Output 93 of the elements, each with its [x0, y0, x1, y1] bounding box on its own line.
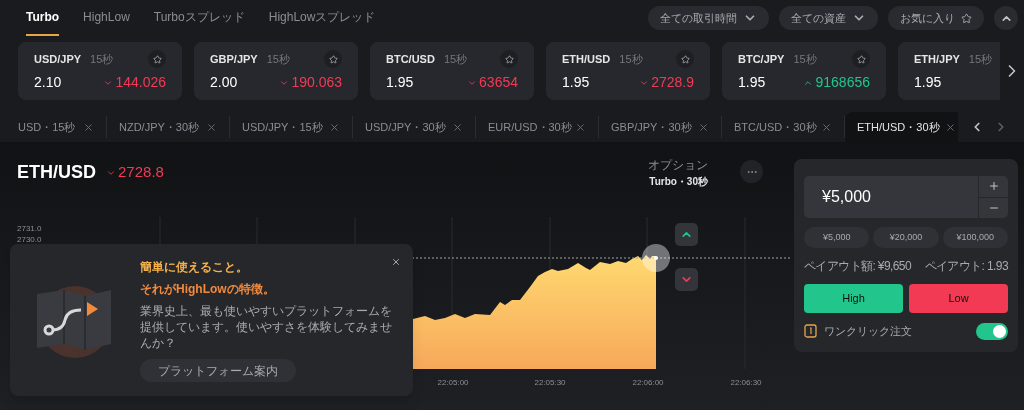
close-icon[interactable] [575, 121, 586, 133]
favorites-button[interactable]: お気に入り [888, 6, 984, 30]
promo-title: 簡単に使えること。 [140, 259, 248, 276]
asset-name: ETH/JPY [914, 51, 960, 67]
promo-description: 業界史上、最も使いやすいプラットフォームを提供しています。使いやすさを体験してみませんか？ [140, 303, 393, 351]
asset-duration: 15秒 [266, 51, 290, 67]
close-icon[interactable] [945, 121, 956, 133]
favorite-star-button[interactable] [500, 50, 518, 68]
one-click-icon [804, 324, 817, 339]
y-axis-label: 2730.0 [17, 236, 42, 244]
chart-tab[interactable]: NZD/JPY・30秒 [107, 116, 230, 138]
promo-title: それがHighLowの特徴。 [140, 281, 275, 298]
amount-preset-button[interactable]: ¥5,000 [804, 227, 870, 248]
option-value: Turbo・30秒 [649, 175, 708, 189]
asset-card[interactable]: ETH/JPY 15秒 1.95 [898, 42, 1000, 100]
platform-guide-button[interactable]: プラットフォーム案内 [140, 359, 296, 382]
close-icon[interactable] [329, 121, 340, 133]
x-axis-label: 22:06:30 [730, 377, 762, 389]
asset-name: GBP/JPY [210, 51, 258, 67]
low-button[interactable]: Low [909, 284, 1008, 313]
star-icon [152, 54, 162, 64]
star-icon [680, 54, 690, 64]
chart-tab[interactable]: GBP/JPY・30秒 [599, 116, 722, 138]
chart-tab[interactable]: EUR/USD・30秒 [476, 116, 599, 138]
close-icon[interactable] [452, 121, 463, 133]
star-icon [328, 54, 338, 64]
chart-tab[interactable]: ETH/USD・30秒 [845, 112, 958, 142]
one-click-toggle[interactable] [976, 323, 1008, 340]
collapse-button[interactable] [994, 6, 1018, 30]
option-label: オプション [648, 157, 708, 174]
asset-card[interactable]: BTC/JPY 15秒 1.95 9168656 [722, 42, 886, 100]
asset-name: BTC/USD [386, 51, 435, 67]
payout-rate: 2.10 [34, 73, 62, 92]
favorite-star-button[interactable] [852, 50, 870, 68]
favorite-star-button[interactable] [324, 50, 342, 68]
high-button[interactable]: High [804, 284, 903, 313]
asset-duration: 15秒 [443, 51, 468, 67]
payout-rate: 1.95 [386, 73, 414, 92]
asset-card[interactable]: GBP/JPY 15秒 2.00 190.063 [194, 42, 358, 100]
x-axis-label: 22:06:00 [632, 377, 664, 389]
favorite-star-button[interactable] [676, 50, 694, 68]
product-tab[interactable]: Turbo [26, 0, 60, 36]
asset-name: ETH/USD [562, 51, 611, 67]
asset-duration: 15秒 [90, 51, 114, 67]
star-icon [961, 12, 972, 24]
asset-card[interactable]: BTC/USD 15秒 1.95 63654 [370, 42, 534, 100]
y-axis-label: 2731.0 [17, 225, 42, 233]
chart-symbol: ETH/USD [17, 161, 96, 184]
asset-price: 190.063 [291, 73, 342, 92]
chart-tab[interactable]: USD/JPY・30秒 [353, 116, 476, 138]
amount-preset-button[interactable]: ¥20,000 [873, 227, 939, 248]
close-icon[interactable] [698, 121, 709, 133]
asset-price: 9168656 [815, 73, 870, 92]
product-tab[interactable]: Turboスプレッド [153, 0, 245, 36]
one-click-label: ワンクリック注文 [824, 324, 912, 340]
asset-price: 2728.9 [651, 73, 694, 92]
asset-card[interactable]: USD/JPY 15秒 2.10 144.026 [18, 42, 182, 100]
asset-price: 63654 [479, 73, 518, 92]
payout-rate: 1.95 [914, 73, 942, 92]
asset-duration: 15秒 [793, 51, 817, 67]
call-button[interactable] [675, 223, 698, 246]
star-icon [504, 54, 514, 64]
payout-rate: ペイアウト: 1.93 [924, 258, 1008, 275]
asset-duration: 15秒 [619, 51, 643, 67]
close-icon[interactable] [206, 121, 217, 133]
chart-tab[interactable]: USD・15秒 [0, 116, 107, 138]
close-icon[interactable] [391, 257, 401, 267]
star-icon [856, 54, 866, 64]
close-icon[interactable] [821, 121, 832, 133]
favorite-star-button[interactable] [148, 50, 166, 68]
payout-amount: ペイアウト額: ¥9,650 [804, 258, 911, 275]
x-axis-label: 22:05:30 [534, 377, 566, 389]
chart-tab[interactable]: USD/JPY・15秒 [230, 116, 353, 138]
filter-dropdown[interactable]: 全ての資産 [779, 6, 878, 30]
payout-rate: 1.95 [562, 73, 590, 92]
asset-card[interactable]: ETH/USD 15秒 1.95 2728.9 [546, 42, 710, 100]
asset-price: 144.026 [115, 73, 166, 92]
chart-price: 2728.8 [118, 162, 164, 183]
asset-name: BTC/JPY [738, 51, 785, 67]
asset-duration: 15秒 [968, 51, 993, 67]
plus-icon [987, 180, 1000, 193]
amount-field[interactable]: ¥5,000 [804, 176, 1008, 218]
product-tab[interactable]: HighLow [83, 0, 130, 36]
product-tab[interactable]: HighLowスプレッド [268, 0, 376, 36]
more-button[interactable] [740, 160, 763, 183]
filter-dropdown[interactable]: 全ての取引時間 [648, 6, 769, 30]
put-button[interactable] [675, 268, 698, 291]
asset-name: USD/JPY [34, 51, 82, 67]
amount-preset-button[interactable]: ¥100,000 [942, 227, 1008, 248]
x-axis-label: 22:05:00 [437, 377, 469, 389]
close-icon[interactable] [83, 121, 94, 133]
payout-rate: 2.00 [210, 73, 238, 92]
payout-rate: 1.95 [738, 73, 766, 92]
